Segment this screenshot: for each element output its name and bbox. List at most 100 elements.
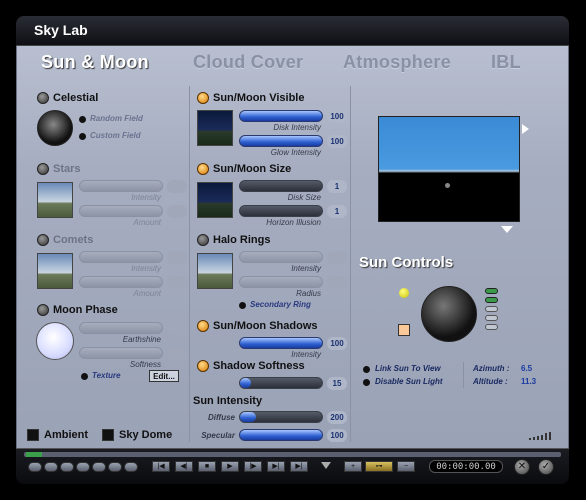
- stars-thumbnail[interactable]: [37, 182, 73, 218]
- sun-moon-size-radio[interactable]: [197, 163, 209, 175]
- ok-button[interactable]: ✓: [538, 459, 554, 475]
- specular-slider[interactable]: [239, 429, 323, 441]
- sky-preview[interactable]: [378, 116, 520, 222]
- moon-phase-sphere[interactable]: [36, 322, 74, 360]
- glow-intensity-label: Glow Intensity: [270, 148, 321, 157]
- halo-rings-radio[interactable]: [197, 234, 209, 246]
- sky-lab-window: Sky Lab Sun & Moon Cloud Cover Atmospher…: [0, 0, 586, 500]
- stars-intensity-value[interactable]: [167, 180, 187, 193]
- halo-intensity-value[interactable]: [327, 251, 347, 264]
- random-field-radio[interactable]: [79, 116, 86, 123]
- edit-texture-button[interactable]: Edit...: [149, 370, 179, 382]
- ambient-checkbox[interactable]: [27, 429, 39, 441]
- timecode-display[interactable]: 00:00:00.00: [429, 460, 503, 473]
- keyframe-slot-1[interactable]: [28, 462, 42, 472]
- preview-expand-right-icon[interactable]: [522, 124, 529, 134]
- shadow-softness-label: Shadow Softness: [213, 360, 305, 372]
- softness-slider[interactable]: [79, 347, 163, 359]
- disk-size-slider[interactable]: [239, 180, 323, 192]
- shadow-softness-radio[interactable]: [197, 360, 209, 372]
- keyframe-slot-4[interactable]: [76, 462, 90, 472]
- disk-intensity-slider[interactable]: [239, 110, 323, 122]
- link-sun-to-view-radio[interactable]: [363, 366, 370, 373]
- comets-radio[interactable]: [37, 234, 49, 246]
- moon-phase-radio[interactable]: [37, 304, 49, 316]
- horizon-illusion-value[interactable]: 1: [327, 205, 347, 218]
- stars-radio[interactable]: [37, 163, 49, 175]
- timeline-track[interactable]: [24, 452, 561, 457]
- keyframe-slot-6[interactable]: [108, 462, 122, 472]
- comets-amount-value[interactable]: [167, 276, 187, 289]
- remove-keyframe-button[interactable]: −: [397, 461, 415, 472]
- celestial-radio[interactable]: [37, 92, 49, 104]
- tab-sun-moon[interactable]: Sun & Moon: [41, 52, 149, 73]
- stars-intensity-slider[interactable]: [79, 180, 163, 192]
- sun-moon-visible-thumbnail[interactable]: [197, 110, 233, 146]
- sun-position-trackball[interactable]: [421, 286, 477, 342]
- horizon-illusion-slider[interactable]: [239, 205, 323, 217]
- title-bar[interactable]: Sky Lab: [16, 16, 569, 46]
- keyframe-slot-7[interactable]: [124, 462, 138, 472]
- dropdown-arrow-icon[interactable]: [321, 462, 331, 469]
- key-icon[interactable]: ⊶: [365, 461, 393, 472]
- cancel-button[interactable]: ✕: [514, 459, 530, 475]
- halo-rings-thumbnail[interactable]: [197, 253, 233, 289]
- stop-button[interactable]: ■: [198, 461, 216, 472]
- celestial-sphere[interactable]: [37, 110, 73, 146]
- stars-amount-value[interactable]: [167, 205, 187, 218]
- halo-radius-slider[interactable]: [239, 276, 323, 288]
- shadow-softness-slider[interactable]: [239, 377, 323, 389]
- secondary-ring-label: Secondary Ring: [250, 300, 311, 309]
- disk-size-value[interactable]: 1: [327, 180, 347, 193]
- texture-radio[interactable]: [81, 373, 88, 380]
- add-keyframe-button[interactable]: +: [344, 461, 362, 472]
- tab-atmosphere[interactable]: Atmosphere: [343, 52, 451, 73]
- sun-moon-visible-radio[interactable]: [197, 92, 209, 104]
- earthshine-value[interactable]: [167, 322, 187, 335]
- glow-intensity-slider[interactable]: [239, 135, 323, 147]
- softness-value[interactable]: [167, 347, 187, 360]
- timeline-marker[interactable]: [26, 452, 42, 457]
- sun-moon-size-thumbnail[interactable]: [197, 182, 233, 218]
- halo-radius-value[interactable]: [327, 276, 347, 289]
- glow-intensity-value[interactable]: 100: [327, 135, 347, 148]
- sky-dome-label: Sky Dome: [119, 429, 173, 441]
- altitude-value[interactable]: 11.3: [521, 377, 536, 386]
- halo-intensity-slider[interactable]: [239, 251, 323, 263]
- play-button[interactable]: ▶: [221, 461, 239, 472]
- step-forward-button[interactable]: |▶: [244, 461, 262, 472]
- comets-intensity-slider[interactable]: [79, 251, 163, 263]
- preview-expand-down-icon[interactable]: [501, 226, 513, 233]
- specular-value[interactable]: 100: [327, 429, 347, 442]
- tab-ibl[interactable]: IBL: [491, 52, 521, 73]
- sky-dome-checkbox[interactable]: [102, 429, 114, 441]
- custom-field-radio[interactable]: [79, 133, 86, 140]
- disable-sun-light-radio[interactable]: [363, 379, 370, 386]
- earthshine-slider[interactable]: [79, 322, 163, 334]
- shadow-softness-value[interactable]: 15: [327, 377, 347, 390]
- shadow-intensity-value[interactable]: 100: [327, 337, 347, 350]
- keyframe-slot-5[interactable]: [92, 462, 106, 472]
- loop-button[interactable]: ▶|: [290, 461, 308, 472]
- shadow-intensity-slider[interactable]: [239, 337, 323, 349]
- comets-thumbnail[interactable]: [37, 253, 73, 289]
- azimuth-value[interactable]: 6.5: [521, 364, 532, 373]
- disk-intensity-value[interactable]: 100: [327, 110, 347, 123]
- tab-cloud-cover[interactable]: Cloud Cover: [193, 52, 303, 73]
- secondary-ring-radio[interactable]: [239, 302, 246, 309]
- comets-amount-slider[interactable]: [79, 276, 163, 288]
- step-back-button[interactable]: ◀|: [175, 461, 193, 472]
- go-to-start-button[interactable]: |◀: [152, 461, 170, 472]
- sun-moon-shadows-radio[interactable]: [197, 320, 209, 332]
- keyframe-slot-2[interactable]: [44, 462, 58, 472]
- keyframe-slot-3[interactable]: [60, 462, 74, 472]
- sun-marker-icon: [445, 183, 450, 188]
- comets-intensity-value[interactable]: [167, 251, 187, 264]
- stars-amount-slider[interactable]: [79, 205, 163, 217]
- diffuse-slider[interactable]: [239, 411, 323, 423]
- sun-color-swatch[interactable]: [398, 324, 410, 336]
- halo-rings-label: Halo Rings: [213, 234, 271, 246]
- sun-moon-shadows-label: Sun/Moon Shadows: [213, 320, 318, 332]
- diffuse-value[interactable]: 200: [327, 411, 347, 424]
- go-to-end-button[interactable]: ▶|: [267, 461, 285, 472]
